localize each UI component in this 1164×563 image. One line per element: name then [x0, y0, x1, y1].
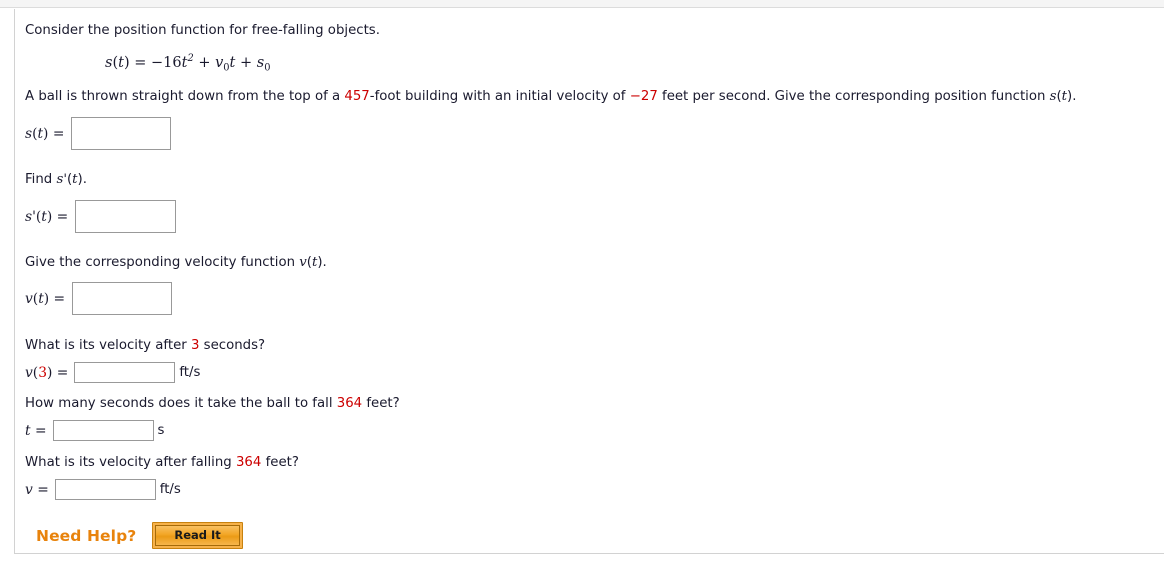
prompt-fn-v: v [299, 255, 307, 270]
formula-plus-2: + [239, 54, 253, 71]
label-derivative: s'(t) = [25, 208, 69, 225]
answer-row-velocity-after-fall: v = ft/s [25, 479, 181, 500]
label-v3-arg: 3 [38, 364, 47, 381]
intro-text: Consider the position function for free-… [25, 23, 380, 39]
label-v-final: v [25, 481, 33, 498]
exercise-panel: Consider the position function for free-… [14, 9, 1164, 554]
input-velocity-function[interactable] [72, 282, 173, 315]
label-v: v [25, 290, 33, 307]
building-height-value: 457 [344, 89, 370, 104]
prompt-fn-v-arg: t [311, 255, 318, 270]
unit-velocity-after-fall: ft/s [159, 482, 181, 497]
need-help-label: Need Help? [36, 526, 137, 545]
formula-coefficient: −16 [151, 54, 182, 71]
input-derivative[interactable] [75, 200, 177, 233]
prompt-velocity-prefix: Give the corresponding velocity function [25, 255, 300, 270]
prompt-velfall-prefix: What is its velocity after falling [25, 455, 236, 470]
problem-part-3: feet per second. Give the corresponding … [657, 89, 1050, 104]
top-gray-strip [0, 0, 1164, 8]
label-velocity-function: v(t) = [25, 290, 66, 307]
prompt-velocity-suffix: . [322, 255, 327, 270]
intro-label: Consider the position function for free-… [25, 23, 380, 38]
read-it-button-frame: Read It [152, 522, 243, 549]
problem-part-2: -foot building with an initial velocity … [369, 89, 630, 104]
answer-row-derivative: s'(t) = [25, 200, 177, 233]
fall-distance-value-2: 364 [235, 455, 262, 470]
prompt-find-suffix: . [82, 172, 87, 187]
formula-v-mult-var: t [229, 54, 236, 71]
input-velocity-at-3[interactable] [74, 362, 176, 383]
prompt-time-suffix: feet? [362, 396, 400, 411]
problem-part-1: A ball is thrown straight down from the … [25, 89, 345, 104]
label-velocity-after-fall: v = [25, 481, 49, 498]
label-time-to-fall: t = [25, 422, 47, 439]
unit-velocity-at-3: ft/s [179, 365, 201, 380]
read-it-button[interactable]: Read It [155, 525, 240, 546]
formula-s-subscript: 0 [264, 62, 271, 74]
label-t: t [25, 422, 31, 439]
answer-row-time-to-fall: t = s [25, 420, 164, 441]
problem-part-4: . [1072, 89, 1077, 104]
prompt-time-to-fall: How many seconds does it take the ball t… [25, 396, 400, 412]
prompt-find-derivative: Find s'(t). [25, 172, 87, 187]
prompt-velocity-after-fall: What is its velocity after falling 364 f… [25, 455, 299, 471]
fall-distance-value-1: 364 [336, 396, 363, 411]
prompt-velocity-function: Give the corresponding velocity function… [25, 255, 327, 270]
prompt-vel3-prefix: What is its velocity after [25, 338, 191, 353]
input-velocity-after-fall[interactable] [54, 479, 156, 500]
input-time-to-fall[interactable] [52, 420, 154, 441]
position-formula: s(t) = −16t2 + v0t + s0 [105, 53, 271, 74]
answer-row-position-function: s(t) = [25, 117, 172, 150]
label-v3-fn: v [25, 364, 33, 381]
prompt-velfall-suffix: feet? [261, 455, 299, 470]
need-help-row: Need Help? Read It [36, 522, 243, 549]
prompt-vel3-suffix: seconds? [199, 338, 266, 353]
formula-plus-1: + [198, 54, 211, 71]
initial-velocity-value: −27 [629, 89, 658, 104]
formula-exponent: 2 [187, 53, 194, 64]
input-position-function[interactable] [71, 117, 172, 150]
unit-time-to-fall: s [157, 423, 165, 438]
prompt-prime: ' [63, 172, 67, 187]
label-velocity-at-3: v(3) = [25, 364, 69, 381]
prompt-find-prefix: Find [25, 172, 57, 187]
problem-fn-s: s [1049, 89, 1057, 104]
label-position-function: s(t) = [25, 125, 65, 142]
prompt-velocity-at-3: What is its velocity after 3 seconds? [25, 338, 265, 354]
problem-statement: A ball is thrown straight down from the … [25, 89, 1077, 104]
problem-fn-s-arg: t [1061, 89, 1068, 104]
answer-row-velocity-at-3: v(3) = ft/s [25, 362, 200, 383]
answer-row-velocity-function: v(t) = [25, 282, 173, 315]
prompt-fn-s-arg: t [72, 172, 78, 187]
formula-equals: = [134, 54, 147, 71]
prompt-time-prefix: How many seconds does it take the ball t… [25, 396, 337, 411]
